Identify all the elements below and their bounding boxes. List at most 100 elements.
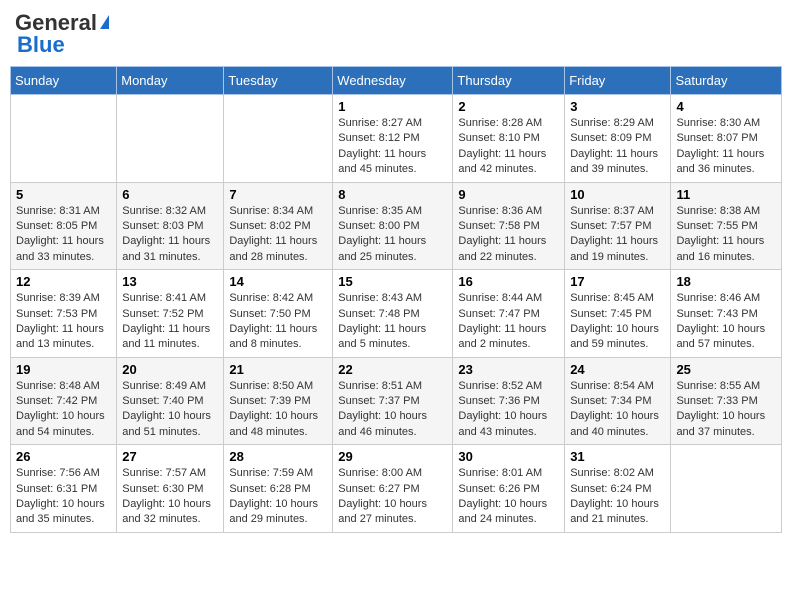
- logo: General Blue: [15, 10, 109, 58]
- calendar-cell: 1Sunrise: 8:27 AMSunset: 8:12 PMDaylight…: [333, 95, 453, 183]
- day-number: 2: [458, 99, 559, 114]
- day-number: 8: [338, 187, 447, 202]
- calendar-cell: 5 Sunrise: 8:31 AMSunset: 8:05 PMDaylight…: [11, 182, 117, 270]
- header-wednesday: Wednesday: [333, 67, 453, 95]
- day-number: 7: [229, 187, 327, 202]
- day-info: Sunrise: 8:35 AMSunset: 8:00 PMDaylight:…: [338, 204, 447, 266]
- calendar-cell: 26 Sunrise: 7:56 AMSunset: 6:31 PMDayligh…: [11, 445, 117, 533]
- day-number: 1: [338, 99, 447, 114]
- day-info: Sunrise: 8:50 AMSunset: 7:39 PMDaylight:…: [229, 379, 327, 441]
- day-info: Sunrise: 8:39 AMSunset: 7:53 PMDaylight:…: [16, 291, 111, 353]
- day-info: Sunrise: 8:42 AMSunset: 7:50 PMDaylight:…: [229, 291, 327, 353]
- day-info: Sunrise: 8:45 AMSunset: 7:45 PMDaylight:…: [570, 291, 665, 353]
- calendar-table: SundayMondayTuesdayWednesdayThursdayFrid…: [10, 66, 782, 533]
- day-number: 26: [16, 449, 111, 464]
- calendar-cell: [11, 95, 117, 183]
- calendar-cell: 28Sunrise: 7:59 AMSunset: 6:28 PMDayligh…: [224, 445, 333, 533]
- calendar-cell: 6 Sunrise: 8:32 AMSunset: 8:03 PMDaylight…: [117, 182, 224, 270]
- logo-triangle-icon: [100, 15, 109, 29]
- header-monday: Monday: [117, 67, 224, 95]
- day-number: 30: [458, 449, 559, 464]
- day-info: Sunrise: 8:36 AMSunset: 7:58 PMDaylight:…: [458, 204, 559, 266]
- calendar-cell: [117, 95, 224, 183]
- calendar-cell: 23 Sunrise: 8:52 AMSunset: 7:36 PMDayligh…: [453, 357, 565, 445]
- day-info: Sunrise: 8:30 AMSunset: 8:07 PMDaylight:…: [676, 116, 776, 178]
- day-number: 25: [676, 362, 776, 377]
- day-info: Sunrise: 8:38 AMSunset: 7:55 PMDaylight:…: [676, 204, 776, 266]
- day-number: 19: [16, 362, 111, 377]
- calendar-cell: 11 Sunrise: 8:38 AMSunset: 7:55 PMDayligh…: [671, 182, 782, 270]
- week-row-3: 12 Sunrise: 8:39 AMSunset: 7:53 PMDayligh…: [11, 270, 782, 358]
- day-info: Sunrise: 8:52 AMSunset: 7:36 PMDaylight:…: [458, 379, 559, 441]
- day-info: Sunrise: 8:41 AMSunset: 7:52 PMDaylight:…: [122, 291, 218, 353]
- calendar-cell: 3Sunrise: 8:29 AMSunset: 8:09 PMDaylight…: [565, 95, 671, 183]
- day-number: 22: [338, 362, 447, 377]
- calendar-cell: 2Sunrise: 8:28 AMSunset: 8:10 PMDaylight…: [453, 95, 565, 183]
- calendar-cell: 12 Sunrise: 8:39 AMSunset: 7:53 PMDayligh…: [11, 270, 117, 358]
- day-info: Sunrise: 8:49 AMSunset: 7:40 PMDaylight:…: [122, 379, 218, 441]
- day-info: Sunrise: 8:46 AMSunset: 7:43 PMDaylight:…: [676, 291, 776, 353]
- calendar-cell: 30 Sunrise: 8:01 AMSunset: 6:26 PMDayligh…: [453, 445, 565, 533]
- day-number: 6: [122, 187, 218, 202]
- day-number: 16: [458, 274, 559, 289]
- calendar-cell: 15 Sunrise: 8:43 AMSunset: 7:48 PMDayligh…: [333, 270, 453, 358]
- calendar-cell: 14 Sunrise: 8:42 AMSunset: 7:50 PMDayligh…: [224, 270, 333, 358]
- calendar-cell: 8 Sunrise: 8:35 AMSunset: 8:00 PMDaylight…: [333, 182, 453, 270]
- day-number: 17: [570, 274, 665, 289]
- calendar-cell: 27 Sunrise: 7:57 AMSunset: 6:30 PMDayligh…: [117, 445, 224, 533]
- calendar-cell: [224, 95, 333, 183]
- header-sunday: Sunday: [11, 67, 117, 95]
- day-info: Sunrise: 8:54 AMSunset: 7:34 PMDaylight:…: [570, 379, 665, 441]
- day-info: Sunrise: 8:51 AMSunset: 7:37 PMDaylight:…: [338, 379, 447, 441]
- day-number: 20: [122, 362, 218, 377]
- day-info: Sunrise: 8:43 AMSunset: 7:48 PMDaylight:…: [338, 291, 447, 353]
- day-info: Sunrise: 8:44 AMSunset: 7:47 PMDaylight:…: [458, 291, 559, 353]
- calendar-cell: 31 Sunrise: 8:02 AMSunset: 6:24 PMDayligh…: [565, 445, 671, 533]
- header-thursday: Thursday: [453, 67, 565, 95]
- calendar-cell: 20 Sunrise: 8:49 AMSunset: 7:40 PMDayligh…: [117, 357, 224, 445]
- calendar-cell: 19 Sunrise: 8:48 AMSunset: 7:42 PMDayligh…: [11, 357, 117, 445]
- calendar-cell: 10Sunrise: 8:37 AMSunset: 7:57 PMDayligh…: [565, 182, 671, 270]
- day-info: Sunrise: 8:31 AMSunset: 8:05 PMDaylight:…: [16, 204, 111, 266]
- day-info: Sunrise: 7:56 AMSunset: 6:31 PMDaylight:…: [16, 466, 111, 528]
- day-number: 14: [229, 274, 327, 289]
- day-number: 13: [122, 274, 218, 289]
- day-info: Sunrise: 8:00 AMSunset: 6:27 PMDaylight:…: [338, 466, 447, 528]
- calendar-cell: [671, 445, 782, 533]
- header-tuesday: Tuesday: [224, 67, 333, 95]
- week-row-4: 19 Sunrise: 8:48 AMSunset: 7:42 PMDayligh…: [11, 357, 782, 445]
- day-number: 31: [570, 449, 665, 464]
- day-info: Sunrise: 8:34 AMSunset: 8:02 PMDaylight:…: [229, 204, 327, 266]
- day-number: 23: [458, 362, 559, 377]
- day-info: Sunrise: 8:32 AMSunset: 8:03 PMDaylight:…: [122, 204, 218, 266]
- calendar-cell: 4 Sunrise: 8:30 AMSunset: 8:07 PMDaylight…: [671, 95, 782, 183]
- logo-blue-text: Blue: [17, 32, 65, 58]
- calendar-cell: 21 Sunrise: 8:50 AMSunset: 7:39 PMDayligh…: [224, 357, 333, 445]
- header-saturday: Saturday: [671, 67, 782, 95]
- calendar-cell: 13 Sunrise: 8:41 AMSunset: 7:52 PMDayligh…: [117, 270, 224, 358]
- day-number: 12: [16, 274, 111, 289]
- days-header-row: SundayMondayTuesdayWednesdayThursdayFrid…: [11, 67, 782, 95]
- day-info: Sunrise: 8:02 AMSunset: 6:24 PMDaylight:…: [570, 466, 665, 528]
- day-number: 24: [570, 362, 665, 377]
- calendar-cell: 25 Sunrise: 8:55 AMSunset: 7:33 PMDayligh…: [671, 357, 782, 445]
- day-info: Sunrise: 8:55 AMSunset: 7:33 PMDaylight:…: [676, 379, 776, 441]
- day-info: Sunrise: 8:48 AMSunset: 7:42 PMDaylight:…: [16, 379, 111, 441]
- day-number: 4: [676, 99, 776, 114]
- calendar-cell: 9Sunrise: 8:36 AMSunset: 7:58 PMDaylight…: [453, 182, 565, 270]
- week-row-5: 26 Sunrise: 7:56 AMSunset: 6:31 PMDayligh…: [11, 445, 782, 533]
- day-number: 15: [338, 274, 447, 289]
- day-number: 21: [229, 362, 327, 377]
- day-info: Sunrise: 8:01 AMSunset: 6:26 PMDaylight:…: [458, 466, 559, 528]
- calendar-cell: 29Sunrise: 8:00 AMSunset: 6:27 PMDayligh…: [333, 445, 453, 533]
- day-number: 11: [676, 187, 776, 202]
- day-info: Sunrise: 7:57 AMSunset: 6:30 PMDaylight:…: [122, 466, 218, 528]
- week-row-2: 5 Sunrise: 8:31 AMSunset: 8:05 PMDaylight…: [11, 182, 782, 270]
- day-number: 28: [229, 449, 327, 464]
- day-number: 27: [122, 449, 218, 464]
- calendar-cell: 22 Sunrise: 8:51 AMSunset: 7:37 PMDayligh…: [333, 357, 453, 445]
- calendar-cell: 7 Sunrise: 8:34 AMSunset: 8:02 PMDaylight…: [224, 182, 333, 270]
- header-friday: Friday: [565, 67, 671, 95]
- day-number: 5: [16, 187, 111, 202]
- calendar-cell: 18Sunrise: 8:46 AMSunset: 7:43 PMDayligh…: [671, 270, 782, 358]
